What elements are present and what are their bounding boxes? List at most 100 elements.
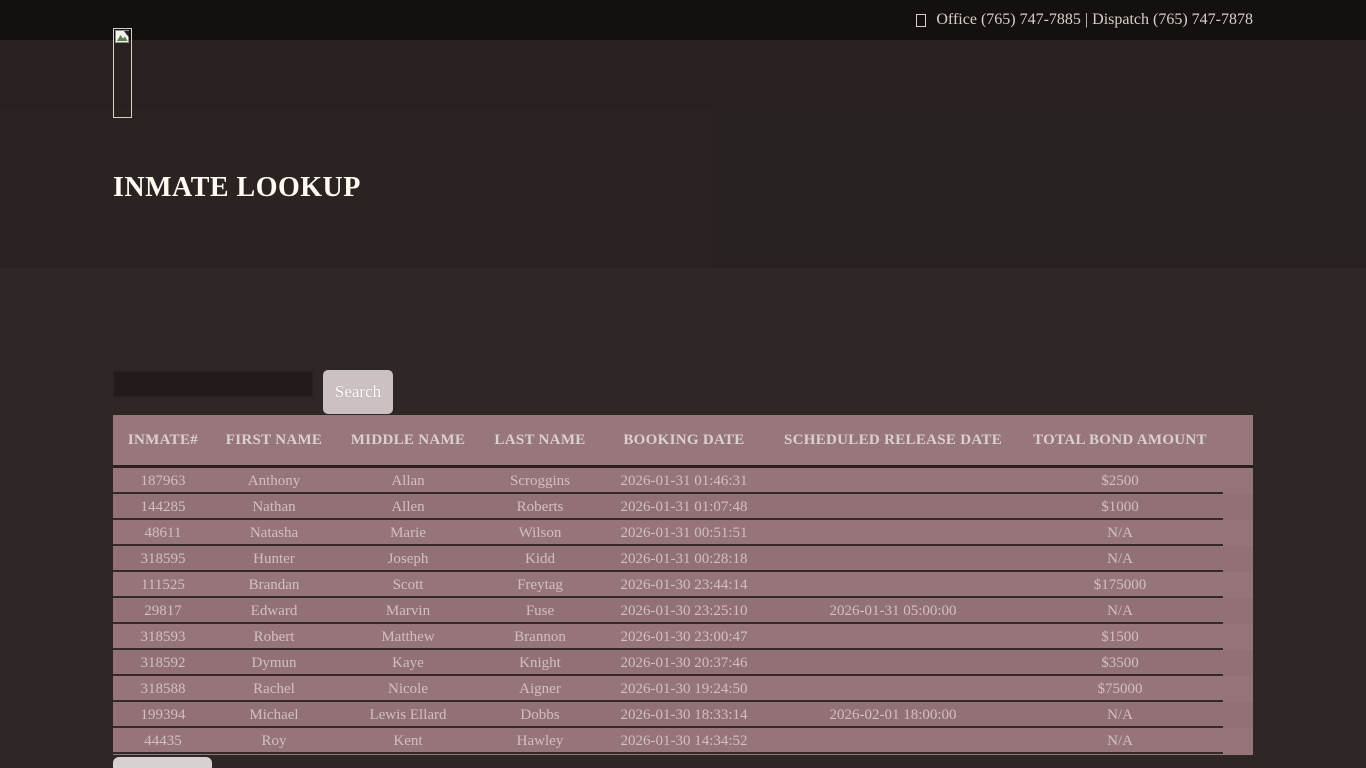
- cell-first-name: Rachel: [213, 681, 335, 698]
- cell-last-name: Roberts: [481, 499, 599, 516]
- cell-first-name: Edward: [213, 603, 335, 620]
- table-row: 44435 Roy Kent Hawley 2026-01-30 14:34:5…: [113, 728, 1253, 754]
- cell-last-name: Dobbs: [481, 707, 599, 724]
- cell-inmate-number: 318592: [113, 655, 213, 672]
- cell-inmate-number: 199394: [113, 707, 213, 724]
- cell-middle-name: Marvin: [335, 603, 481, 620]
- cell-first-name: Michael: [213, 707, 335, 724]
- search-input[interactable]: [113, 371, 313, 397]
- cell-first-name: Dymun: [213, 655, 335, 672]
- cell-inmate-number: 144285: [113, 499, 213, 516]
- cell-middle-name: Allan: [335, 473, 481, 490]
- broken-image-icon: [115, 30, 130, 44]
- cell-booking-date: 2026-01-30 23:25:10: [599, 603, 769, 620]
- table-row: 199394 Michael Lewis Ellard Dobbs 2026-0…: [113, 702, 1253, 728]
- cell-total-bond-amount: $3500: [1017, 655, 1253, 672]
- table-row: 187963 Anthony Allan Scroggins 2026-01-3…: [113, 468, 1253, 494]
- inmate-lookup-page: Office (765) 747-7885 | Dispatch (765) 7…: [0, 0, 1366, 768]
- cell-booking-date: 2026-01-30 23:44:14: [599, 577, 769, 594]
- table-row: 48611 Natasha Marie Wilson 2026-01-31 00…: [113, 520, 1253, 546]
- cell-booking-date: 2026-01-30 23:00:47: [599, 629, 769, 646]
- column-header-total-bond-amount: TOTAL BOND AMOUNT: [1017, 432, 1253, 449]
- cell-total-bond-amount: N/A: [1017, 733, 1253, 750]
- cell-middle-name: Matthew: [335, 629, 481, 646]
- cell-first-name: Nathan: [213, 499, 335, 516]
- site-logo-broken-image[interactable]: [113, 28, 132, 118]
- cell-last-name: Freytag: [481, 577, 599, 594]
- nav-bar: [0, 40, 1366, 108]
- column-header-first-name: FIRST NAME: [213, 432, 335, 449]
- cell-first-name: Natasha: [213, 525, 335, 542]
- cell-inmate-number: 318588: [113, 681, 213, 698]
- phone-icon: [916, 14, 926, 27]
- cell-last-name: Knight: [481, 655, 599, 672]
- cell-total-bond-amount: N/A: [1017, 525, 1253, 542]
- column-header-inmate-number: INMATE#: [113, 432, 213, 449]
- page-title: INMATE LOOKUP: [113, 172, 361, 204]
- table-row: 318592 Dymun Kaye Knight 2026-01-30 20:3…: [113, 650, 1253, 676]
- cell-inmate-number: 29817: [113, 603, 213, 620]
- cell-inmate-number: 318595: [113, 551, 213, 568]
- cell-booking-date: 2026-01-31 00:28:18: [599, 551, 769, 568]
- table-row: 29817 Edward Marvin Fuse 2026-01-30 23:2…: [113, 598, 1253, 624]
- cell-middle-name: Marie: [335, 525, 481, 542]
- cell-booking-date: 2026-01-31 01:07:48: [599, 499, 769, 516]
- cell-inmate-number: 44435: [113, 733, 213, 750]
- cell-total-bond-amount: N/A: [1017, 707, 1253, 724]
- contact-phone-numbers: Office (765) 747-7885 | Dispatch (765) 7…: [916, 0, 1253, 40]
- cell-middle-name: Kaye: [335, 655, 481, 672]
- cell-inmate-number: 111525: [113, 577, 213, 594]
- table-row: 318593 Robert Matthew Brannon 2026-01-30…: [113, 624, 1253, 650]
- phone-text: Office (765) 747-7885 | Dispatch (765) 7…: [936, 11, 1253, 29]
- cell-total-bond-amount: $175000: [1017, 577, 1253, 594]
- cell-booking-date: 2026-01-31 01:46:31: [599, 473, 769, 490]
- cell-last-name: Fuse: [481, 603, 599, 620]
- cell-total-bond-amount: N/A: [1017, 551, 1253, 568]
- table-row: 318595 Hunter Joseph Kidd 2026-01-31 00:…: [113, 546, 1253, 572]
- cell-middle-name: Allen: [335, 499, 481, 516]
- cell-scheduled-release-date: 2026-02-01 18:00:00: [769, 707, 1017, 724]
- cell-first-name: Roy: [213, 733, 335, 750]
- cell-booking-date: 2026-01-30 18:33:14: [599, 707, 769, 724]
- cell-total-bond-amount: $1500: [1017, 629, 1253, 646]
- cell-first-name: Anthony: [213, 473, 335, 490]
- cell-first-name: Robert: [213, 629, 335, 646]
- cell-last-name: Scroggins: [481, 473, 599, 490]
- column-header-middle-name: MIDDLE NAME: [335, 432, 481, 449]
- inmate-table: INMATE# FIRST NAME MIDDLE NAME LAST NAME…: [113, 415, 1253, 755]
- cell-middle-name: Lewis Ellard: [335, 707, 481, 724]
- cell-middle-name: Kent: [335, 733, 481, 750]
- table-row: 144285 Nathan Allen Roberts 2026-01-31 0…: [113, 494, 1253, 520]
- cell-total-bond-amount: $1000: [1017, 499, 1253, 516]
- cell-middle-name: Scott: [335, 577, 481, 594]
- cell-last-name: Wilson: [481, 525, 599, 542]
- cell-booking-date: 2026-01-30 14:34:52: [599, 733, 769, 750]
- cell-first-name: Brandan: [213, 577, 335, 594]
- cell-inmate-number: 187963: [113, 473, 213, 490]
- cell-scheduled-release-date: 2026-01-31 05:00:00: [769, 603, 1017, 620]
- cell-middle-name: Joseph: [335, 551, 481, 568]
- search-button[interactable]: Search: [323, 370, 393, 414]
- table-row: 318588 Rachel Nicole Aigner 2026-01-30 1…: [113, 676, 1253, 702]
- cell-booking-date: 2026-01-30 19:24:50: [599, 681, 769, 698]
- table-scroll-area[interactable]: 187963 Anthony Allan Scroggins 2026-01-3…: [113, 468, 1253, 754]
- cell-total-bond-amount: N/A: [1017, 603, 1253, 620]
- cell-total-bond-amount: $75000: [1017, 681, 1253, 698]
- cell-inmate-number: 318593: [113, 629, 213, 646]
- table-header-row: INMATE# FIRST NAME MIDDLE NAME LAST NAME…: [113, 415, 1253, 468]
- table-row: 111525 Brandan Scott Freytag 2026-01-30 …: [113, 572, 1253, 598]
- column-header-last-name: LAST NAME: [481, 432, 599, 449]
- cell-first-name: Hunter: [213, 551, 335, 568]
- cell-middle-name: Nicole: [335, 681, 481, 698]
- cell-inmate-number: 48611: [113, 525, 213, 542]
- cell-booking-date: 2026-01-31 00:51:51: [599, 525, 769, 542]
- cell-booking-date: 2026-01-30 20:37:46: [599, 655, 769, 672]
- cell-last-name: Aigner: [481, 681, 599, 698]
- cell-last-name: Hawley: [481, 733, 599, 750]
- cell-last-name: Brannon: [481, 629, 599, 646]
- column-header-scheduled-release-date: SCHEDULED RELEASE DATE: [769, 432, 1017, 449]
- previous-page-button[interactable]: Previous: [113, 757, 212, 768]
- cell-last-name: Kidd: [481, 551, 599, 568]
- cell-total-bond-amount: $2500: [1017, 473, 1253, 490]
- column-header-booking-date: BOOKING DATE: [599, 432, 769, 449]
